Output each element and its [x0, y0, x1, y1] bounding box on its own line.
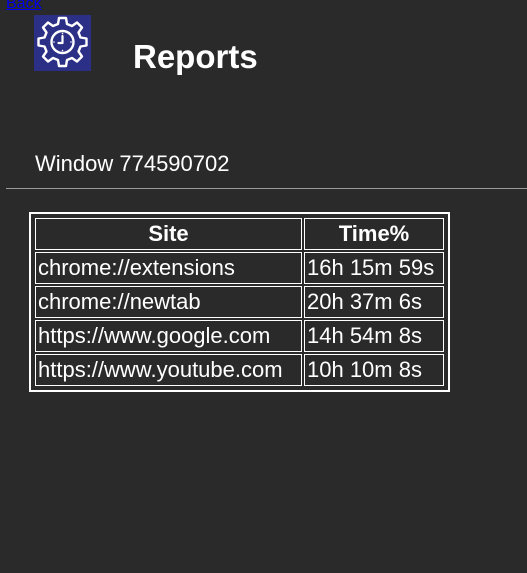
table-header-row: Site Time%	[35, 218, 444, 250]
back-link[interactable]: Back	[6, 0, 42, 13]
page-title: Reports	[133, 38, 258, 75]
reports-page: Back Reports Window 774590702 Site Time%	[0, 0, 527, 573]
site-cell: https://www.google.com	[35, 320, 302, 352]
table-row: https://www.google.com 14h 54m 8s	[35, 320, 444, 352]
table-row: chrome://newtab 20h 37m 6s	[35, 286, 444, 318]
report-table-container: Site Time% chrome://extensions 16h 15m 5…	[29, 212, 450, 392]
site-cell: chrome://newtab	[35, 286, 302, 318]
time-cell: 10h 10m 8s	[304, 354, 444, 386]
app-logo	[34, 15, 91, 71]
report-table: Site Time% chrome://extensions 16h 15m 5…	[33, 216, 446, 388]
site-cell: https://www.youtube.com	[35, 354, 302, 386]
table-row: chrome://extensions 16h 15m 59s	[35, 252, 444, 284]
table-row: https://www.youtube.com 10h 10m 8s	[35, 354, 444, 386]
site-cell: chrome://extensions	[35, 252, 302, 284]
gear-clock-icon	[37, 16, 88, 68]
column-header-time: Time%	[304, 218, 444, 250]
column-header-site: Site	[35, 218, 302, 250]
divider	[6, 188, 527, 189]
window-label: Window 774590702	[35, 151, 230, 176]
time-cell: 20h 37m 6s	[304, 286, 444, 318]
time-cell: 14h 54m 8s	[304, 320, 444, 352]
time-cell: 16h 15m 59s	[304, 252, 444, 284]
